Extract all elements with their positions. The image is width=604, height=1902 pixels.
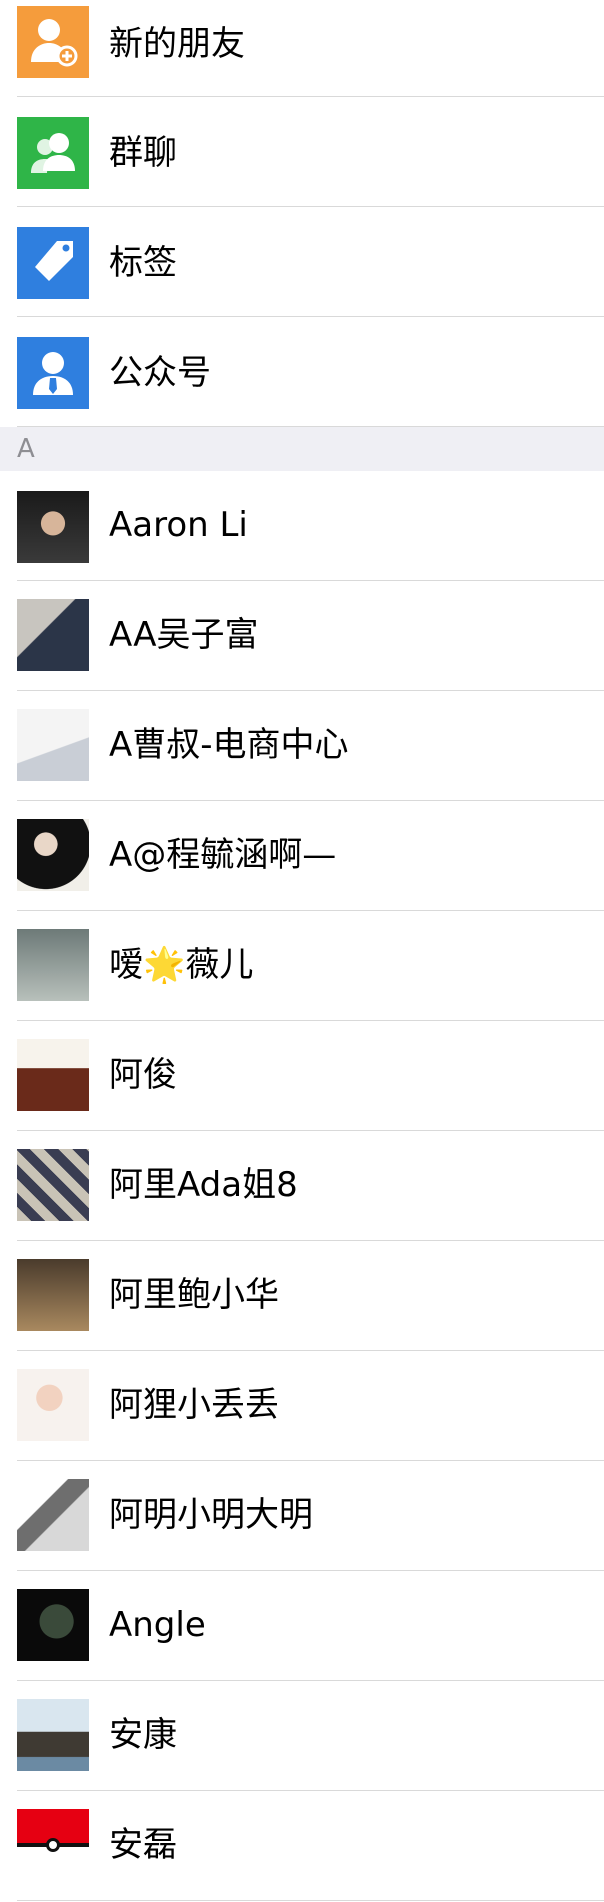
avatar [17, 1589, 89, 1661]
avatar [17, 709, 89, 781]
avatar [17, 1039, 89, 1111]
contact-name: 阿狸小丢丢 [109, 1385, 279, 1425]
contact-name: AA吴子富 [109, 615, 259, 655]
official-account-icon [17, 337, 89, 409]
avatar [17, 1479, 89, 1551]
contact-name: 阿俊 [109, 1055, 177, 1095]
avatar [17, 1369, 89, 1441]
contact-row[interactable]: Angle [0, 1571, 604, 1681]
avatar [17, 1699, 89, 1771]
group-chats-label: 群聊 [109, 133, 177, 173]
contact-row[interactable]: Aaron Li [0, 471, 604, 581]
group-chats-item[interactable]: 群聊 [0, 97, 604, 207]
contacts-section: Aaron Li AA吴子富 A曹叔-电商中心 A@程毓涵啊— 嗳🌟薇儿 阿俊 … [0, 471, 604, 1901]
contact-name: 阿里鲍小华 [109, 1275, 279, 1315]
contact-row[interactable]: 阿狸小丢丢 [0, 1351, 604, 1461]
avatar [17, 929, 89, 1001]
official-accounts-item[interactable]: 公众号 [0, 317, 604, 427]
contact-name: Angle [109, 1605, 206, 1645]
contact-row[interactable]: 阿俊 [0, 1021, 604, 1131]
avatar [17, 599, 89, 671]
contact-row[interactable]: AA吴子富 [0, 581, 604, 691]
avatar [17, 1149, 89, 1221]
new-friends-item[interactable]: 新的朋友 [0, 0, 604, 97]
tag-icon [17, 227, 89, 299]
avatar [17, 1809, 89, 1881]
avatar [17, 1259, 89, 1331]
contact-name: A@程毓涵啊— [109, 835, 337, 875]
avatar [17, 491, 89, 563]
contact-name: 阿明小明大明 [109, 1495, 313, 1535]
contact-name: 安康 [109, 1715, 177, 1755]
avatar [17, 819, 89, 891]
tags-item[interactable]: 标签 [0, 207, 604, 317]
contact-name: 嗳🌟薇儿 [109, 945, 254, 985]
contact-name: Aaron Li [109, 505, 248, 545]
contact-row[interactable]: 阿里鲍小华 [0, 1241, 604, 1351]
official-accounts-label: 公众号 [109, 353, 211, 393]
contact-row[interactable]: A曹叔-电商中心 [0, 691, 604, 801]
contact-name: 阿里Ada姐8 [109, 1165, 298, 1205]
contact-row[interactable]: 阿里Ada姐8 [0, 1131, 604, 1241]
contact-name: 安磊 [109, 1825, 177, 1865]
contact-row[interactable]: A@程毓涵啊— [0, 801, 604, 911]
contact-row[interactable]: 嗳🌟薇儿 [0, 911, 604, 1021]
section-header-a: A [0, 427, 604, 471]
contact-row[interactable]: 阿明小明大明 [0, 1461, 604, 1571]
contact-row[interactable]: 安康 [0, 1681, 604, 1791]
contact-name: A曹叔-电商中心 [109, 725, 349, 765]
group-chat-icon [17, 117, 89, 189]
contacts-list: 新的朋友 群聊 标签 公众号 A Aaron Li AA吴子富 A曹叔-电商中心… [0, 0, 604, 1901]
new-friends-label: 新的朋友 [109, 24, 245, 64]
add-friend-icon [17, 6, 89, 78]
tags-label: 标签 [109, 243, 177, 283]
pokeball-button [46, 1838, 60, 1852]
contact-row[interactable]: 安磊 [0, 1791, 604, 1901]
